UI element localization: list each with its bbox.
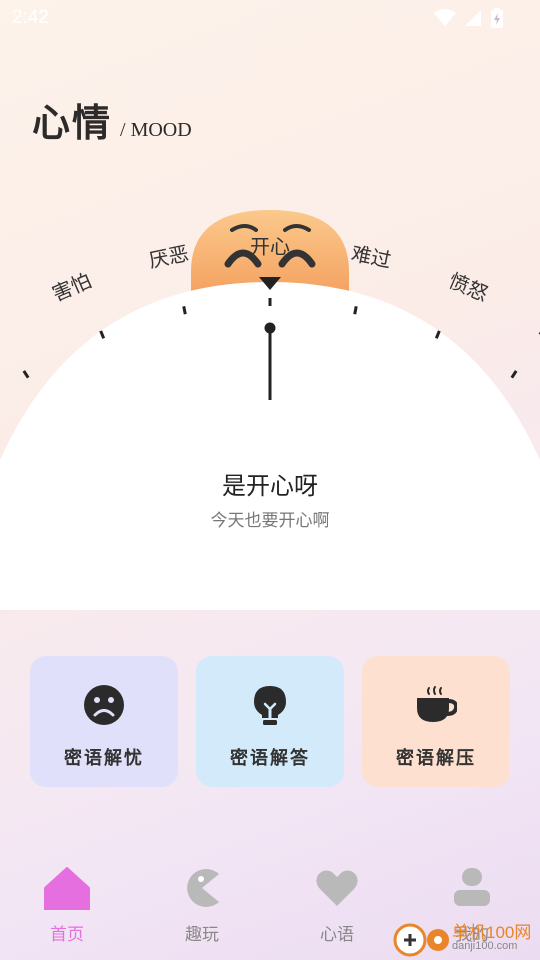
status-time: 2:42 <box>12 7 49 28</box>
mood-label[interactable]: 愤怒 <box>445 268 491 306</box>
watermark-logo-icon <box>393 923 449 957</box>
tab-label: 心语 <box>320 925 354 945</box>
mood-dial[interactable]: 丧害怕厌恶开心难过愤怒郁闷 <box>0 190 540 610</box>
wifi-icon <box>434 9 456 26</box>
card-label: 密语解答 <box>230 748 310 769</box>
page-header: 心情 / MOOD <box>32 92 192 147</box>
coffee-cup-icon <box>417 686 457 722</box>
mood-label[interactable]: 郁闷 <box>534 315 540 358</box>
status-bar: 2:42 <box>0 0 540 36</box>
tab-label: 首页 <box>50 925 84 945</box>
signal-icon <box>465 10 481 26</box>
mood-result-subtitle: 今天也要开心啊 <box>210 511 330 531</box>
battery-icon <box>491 8 503 28</box>
tab-heart-words[interactable]: 心语 <box>287 866 387 946</box>
pacman-icon <box>187 869 219 907</box>
card-relax[interactable]: 密语解压 <box>362 656 510 787</box>
mood-label[interactable]: 难过 <box>349 241 393 273</box>
tab-home[interactable]: 首页 <box>17 866 117 946</box>
page-subtitle: / MOOD <box>120 119 192 141</box>
feature-cards: 密语解忧 密语解答 密语解压 <box>30 656 510 787</box>
card-label: 密语解忧 <box>64 748 144 769</box>
status-icons <box>434 8 504 28</box>
dial-tick <box>22 370 30 379</box>
watermark-url: danji100.com <box>452 940 518 952</box>
mood-label[interactable]: 开心 <box>250 235 290 259</box>
card-answer[interactable]: 密语解答 <box>196 656 344 787</box>
mood-label[interactable]: 害怕 <box>49 268 95 306</box>
dial-tick <box>510 370 518 379</box>
user-icon <box>454 868 490 906</box>
home-icon <box>44 867 90 910</box>
tab-label: 趣玩 <box>185 925 219 945</box>
dial-tick <box>182 306 187 315</box>
dial-tick <box>353 306 358 315</box>
heart-icon <box>316 870 358 906</box>
lightbulb-icon <box>254 686 286 725</box>
tab-fun[interactable]: 趣玩 <box>152 866 252 946</box>
page-title: 心情 <box>32 100 113 145</box>
mood-label[interactable]: 厌恶 <box>147 241 191 273</box>
card-label: 密语解压 <box>396 748 476 769</box>
watermark: 单机100网 danji100.com <box>392 916 540 960</box>
sad-face-icon <box>84 685 124 725</box>
mood-result-title: 是开心呀 <box>222 472 318 500</box>
card-worry[interactable]: 密语解忧 <box>30 656 178 787</box>
